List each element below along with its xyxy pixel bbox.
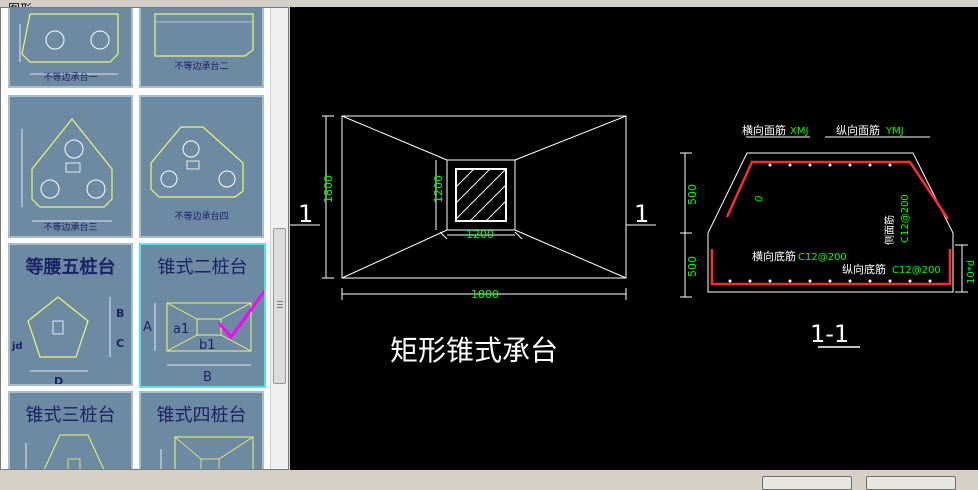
thumb-cone-3-pile[interactable]: 锥式三桩台 A [8,391,133,469]
thumb-caption: 不等边承台二 [174,62,229,72]
dialog-button-2[interactable] [866,476,956,490]
thumb-isosceles-5-pile[interactable]: 等腰五桩台 B C jd D [8,243,133,386]
scrollbar-thumb[interactable] [273,228,286,384]
thumb-drawing [21,118,113,222]
thumb-label-c: C [116,337,124,350]
plan-dim-inner-h: 1200 [432,175,445,203]
plan-view [290,115,656,300]
shape-gallery-panel: 不等边承台一 不等边承台二 不等边承台三 不等边承台四 等腰五桩台 B C jd… [0,7,289,470]
thumb-label-b: B [203,370,212,385]
thumb-unequal-cap-4[interactable]: 不等边承台四 [139,95,264,238]
plan-dim-outer-h: 1800 [322,175,335,203]
thumb-label-a: A [143,320,152,335]
section-label-bottom-long-code: C12@200 [892,265,941,276]
section-label-slope: 0 [753,194,766,204]
thumb-cone-4-pile[interactable]: 锥式四桩台 A a1 [139,391,264,469]
section-view [680,136,968,348]
thumb-unequal-cap-3[interactable]: 不等边承台三 [8,95,133,238]
thumb-label-a1: a1 [173,322,189,337]
thumb-drawing: A a1 [149,436,254,469]
section-dim-lower: 500 [686,256,699,277]
thumb-caption: 不等边承台三 [43,223,98,233]
section-label-top-horiz-code: XMJ [790,126,808,137]
thumb-drawing: A a1 b1 B [143,289,264,385]
section-label-top-horiz: 横向面筋 [742,123,786,137]
plan-view-title: 矩形锥式承台 [390,334,558,367]
section-label-top-long-code: YMJ [885,126,904,137]
grip-line [277,301,283,302]
section-label-top-long: 纵向面筋 [836,123,880,137]
cad-drawing: 1 1 1800 1200 1200 1800 矩形锥式承台 横向面筋 XMJ … [290,115,977,367]
section-label-bottom-long: 纵向底筋 [842,262,886,276]
thumb-unequal-cap-2[interactable]: 不等边承台二 [139,8,264,88]
thumb-drawing [154,13,254,57]
plan-dim-outer-w: 1800 [471,288,499,301]
thumb-unequal-cap-1[interactable]: 不等边承台一 [8,8,133,88]
checkmark-icon [217,289,264,340]
cad-preview-canvas: 1 1 1800 1200 1200 1800 矩形锥式承台 横向面筋 XMJ … [290,7,978,470]
plan-section-mark-left: 1 [298,200,313,228]
thumb-label-b1: b1 [199,338,216,353]
section-dim-side: 10*d [966,260,977,284]
thumb-label-d: D [54,375,63,386]
thumb-caption: 不等边承台四 [174,212,229,222]
thumb-caption: 不等边承台一 [43,73,98,83]
plan-dim-inner-w: 1200 [466,228,494,241]
plan-section-mark-right: 1 [634,200,649,228]
thumb-label-b: B [116,307,124,320]
grip-line [277,307,283,308]
section-view-title: 1-1 [810,320,849,348]
dialog-button-1[interactable] [762,476,852,490]
thumb-label-jd: jd [11,341,23,352]
section-label-side-code: C12@200 [900,194,911,243]
grip-line [277,304,283,305]
section-label-bottom-horiz: 横向底筋 [752,249,796,263]
section-dim-upper: 500 [686,184,699,205]
thumb-drawing: A [13,434,105,469]
thumb-drawing: B C jd D [11,296,124,386]
section-label-side: 侧面筋 [883,215,896,245]
plan-outer-rect [341,115,627,279]
gallery-scrollbar[interactable] [270,8,288,469]
thumb-cone-2-pile[interactable]: 锥式二桩台 A a1 b1 B [139,243,266,388]
section-label-bottom-horiz-code: C12@200 [798,252,847,263]
